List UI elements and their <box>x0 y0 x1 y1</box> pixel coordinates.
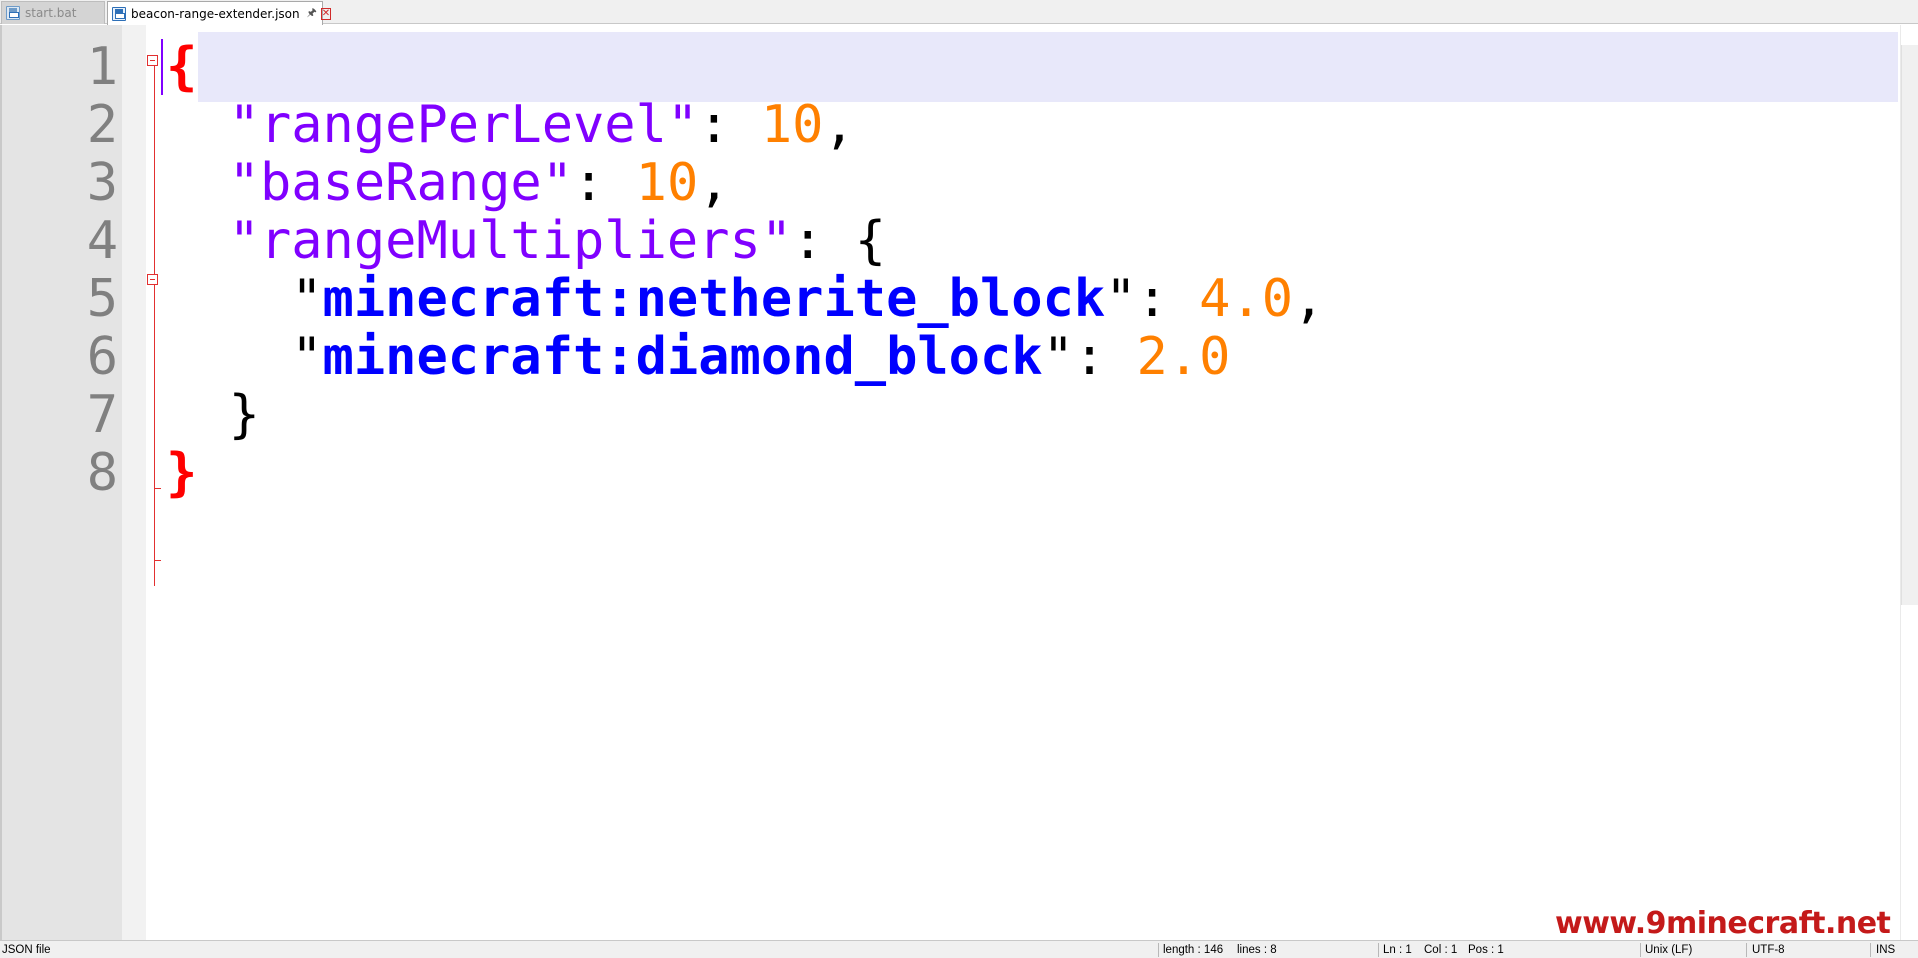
object-close-brace: } <box>228 385 260 445</box>
tab-label: beacon-range-extender.json <box>131 6 300 21</box>
status-divider <box>1378 943 1379 957</box>
watermark-logo: www.9minecraft.net <box>1555 906 1891 941</box>
tab-beacon-range-extender-json[interactable]: beacon-range-extender.json 🖈 ✕ <box>107 1 332 25</box>
saved-file-icon <box>112 6 126 21</box>
json-number: 10 <box>760 95 824 155</box>
json-key: baseRange <box>259 153 542 213</box>
json-key: rangePerLevel <box>259 95 667 155</box>
notepad-plus-plus-window: start.bat beacon-range-extender.json 🖈 ✕… <box>0 0 1918 958</box>
fold-range-line <box>154 61 155 586</box>
fold-end-tick <box>154 488 161 489</box>
fold-collapse-icon[interactable] <box>147 274 158 285</box>
close-tab-icon[interactable]: ✕ <box>320 7 332 20</box>
code-line-6: "minecraft:diamond_block": 2.0 <box>291 327 1231 387</box>
json-key: minecraft:diamond_block <box>322 327 1043 387</box>
status-bar: JSON file length : 146 lines : 8 Ln : 1 … <box>0 940 1918 958</box>
json-number: 2.0 <box>1136 327 1231 387</box>
file-type-label: JSON file <box>2 944 51 956</box>
saved-file-icon <box>6 6 20 20</box>
json-key: minecraft:netherite_block <box>322 269 1106 329</box>
encoding[interactable]: UTF-8 <box>1752 941 1785 958</box>
tab-bar: start.bat beacon-range-extender.json 🖈 ✕ <box>0 0 1918 25</box>
line-number-gutter: 1 2 3 4 5 6 7 8 <box>0 25 122 940</box>
object-open-brace: { <box>854 211 887 271</box>
eol-format[interactable]: Unix (LF) <box>1645 941 1692 958</box>
json-number: 10 <box>635 153 699 213</box>
line-number: 8 <box>86 443 118 503</box>
insert-mode[interactable]: INS <box>1876 941 1895 958</box>
cursor-column: Col : 1 <box>1424 944 1458 956</box>
status-divider <box>1640 943 1641 957</box>
vertical-scrollbar[interactable] <box>1900 25 1918 940</box>
tab-label: start.bat <box>25 6 77 20</box>
code-line-8: } <box>166 438 197 508</box>
scrollbar-thumb[interactable] <box>1901 45 1918 605</box>
text-caret <box>161 39 163 95</box>
fold-end-tick <box>154 560 161 561</box>
document-length: length : 146 <box>1163 944 1224 956</box>
status-divider <box>1158 943 1159 957</box>
status-divider <box>1870 943 1871 957</box>
json-key: rangeMultipliers <box>259 211 761 271</box>
fold-margin <box>122 25 146 940</box>
cursor-line: Ln : 1 <box>1383 944 1412 956</box>
pin-icon[interactable]: 🖈 <box>307 4 317 23</box>
root-open-brace: { <box>166 37 198 97</box>
document-lines: lines : 8 <box>1237 944 1277 956</box>
code-editor[interactable]: 1 2 3 4 5 6 7 8 { "rangePerLevel": 10, "… <box>0 25 1918 940</box>
json-number: 4.0 <box>1199 269 1294 329</box>
fold-collapse-icon[interactable] <box>147 55 158 66</box>
root-close-brace: } <box>166 443 198 503</box>
status-divider <box>1746 943 1747 957</box>
tab-start-bat[interactable]: start.bat <box>1 1 105 24</box>
cursor-position: Pos : 1 <box>1468 944 1504 956</box>
